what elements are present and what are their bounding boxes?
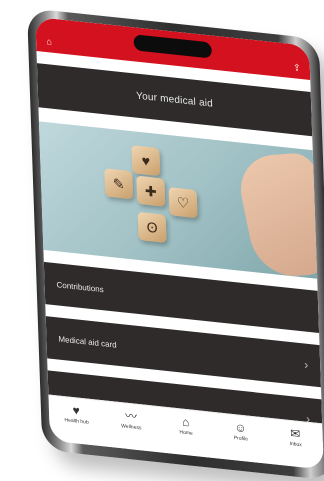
chevron-right-icon: › (304, 357, 309, 372)
tab-label: Inbox (289, 440, 302, 449)
tab-label: Health hub (64, 417, 89, 426)
heart-icon: ♥ (72, 403, 81, 418)
heartbeat-cube-icon: ♡ (168, 187, 198, 219)
page-title: Your medical aid (136, 90, 214, 110)
tab-home[interactable]: ⌂ Home (166, 414, 207, 438)
heart-cube-icon: ♥ (131, 145, 161, 177)
marketing-stage: ⌂ ⇪ Your medical aid ♥ ✎ ✚ ♡ ʘ Contribut… (0, 0, 324, 481)
tab-profile[interactable]: ☺ Profile (220, 420, 261, 444)
share-icon[interactable]: ⇪ (292, 62, 302, 73)
menu-icon[interactable]: ⌂ (44, 36, 54, 47)
mail-icon: ✉ (290, 426, 301, 442)
hand-image (233, 152, 318, 279)
tab-label: Home (179, 429, 193, 437)
menu-row-label: Medical aid card (58, 333, 117, 350)
tab-health-hub[interactable]: ♥ Health hub (56, 402, 97, 426)
first-aid-cube-icon: ✚ (136, 175, 166, 207)
pulse-icon: 〰 (124, 408, 138, 424)
syringe-cube-icon: ✎ (104, 168, 134, 200)
tab-label: Wellness (121, 423, 142, 432)
phone-screen: ⌂ ⇪ Your medical aid ♥ ✎ ✚ ♡ ʘ Contribut… (35, 16, 324, 470)
menu-row-label: Contributions (56, 279, 104, 294)
profile-icon: ☺ (234, 420, 247, 436)
tab-wellness[interactable]: 〰 Wellness (111, 408, 152, 432)
tab-inbox[interactable]: ✉ Inbox (275, 425, 316, 449)
hero-image: ♥ ✎ ✚ ♡ ʘ (38, 121, 318, 279)
stethoscope-cube-icon: ʘ (137, 211, 167, 243)
tab-label: Profile (233, 435, 249, 443)
home-icon: ⌂ (181, 414, 190, 430)
phone-device: ⌂ ⇪ Your medical aid ♥ ✎ ✚ ♡ ʘ Contribut… (27, 8, 324, 481)
